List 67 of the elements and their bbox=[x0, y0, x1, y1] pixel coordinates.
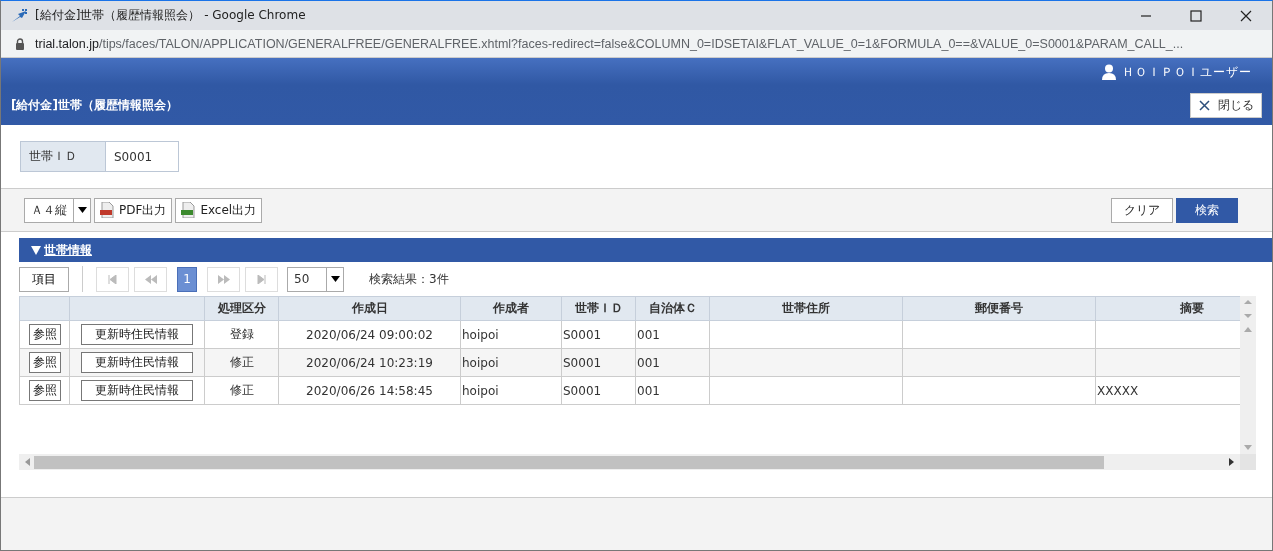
excel-file-icon bbox=[181, 202, 196, 218]
column-header: 摘要 bbox=[1095, 296, 1240, 321]
vertical-scrollbar[interactable] bbox=[1240, 296, 1256, 454]
page-size-select[interactable]: 50 bbox=[287, 266, 344, 292]
dropdown-icon bbox=[330, 276, 340, 282]
column-header: 世帯住所 bbox=[709, 296, 903, 321]
table-cell: 001 bbox=[635, 376, 710, 405]
last-page-icon[interactable] bbox=[245, 266, 278, 292]
column-header: 作成者 bbox=[460, 296, 562, 321]
close-button[interactable]: 閉じる bbox=[1190, 93, 1262, 118]
paper-size-select[interactable]: Ａ４縦 bbox=[24, 197, 91, 223]
table-cell: 修正 bbox=[204, 376, 279, 405]
resident-info-button[interactable]: 更新時住民情報 bbox=[81, 380, 193, 401]
table-cell: 2020/06/24 09:00:02 bbox=[278, 320, 461, 349]
previous-page-icon[interactable] bbox=[134, 266, 167, 292]
table-cell: 登録 bbox=[204, 320, 279, 349]
user-name: ＨＯＩＰＯＩユーザー bbox=[1122, 63, 1252, 81]
result-count: 検索結果：3件 bbox=[369, 270, 449, 288]
close-icon[interactable] bbox=[1240, 9, 1252, 22]
table-cell: 2020/06/24 10:23:19 bbox=[278, 348, 461, 377]
sort-arrows-icon[interactable] bbox=[1244, 299, 1252, 319]
clear-button[interactable]: クリア bbox=[1111, 197, 1173, 223]
collapse-triangle-icon bbox=[31, 245, 41, 255]
table-cell: 2020/06/26 14:58:45 bbox=[278, 376, 461, 405]
field-label: 世帯ＩＤ bbox=[20, 141, 106, 172]
page-title: [給付金]世帯（履歴情報照会） bbox=[11, 97, 178, 114]
view-button[interactable]: 参照 bbox=[28, 380, 61, 401]
lock-icon bbox=[15, 37, 25, 50]
column-header: 世帯ＩＤ bbox=[561, 296, 636, 321]
scrollbar-corner bbox=[1240, 454, 1256, 470]
section-toggle[interactable]: 世帯情報 bbox=[31, 241, 92, 259]
scroll-down-icon[interactable] bbox=[1244, 445, 1252, 450]
column-header: 作成日 bbox=[278, 296, 461, 321]
view-button[interactable]: 参照 bbox=[28, 324, 61, 345]
table-cell: S0001 bbox=[561, 320, 636, 349]
export-button[interactable]: PDF出力 bbox=[94, 197, 173, 223]
table-cell: 001 bbox=[635, 348, 710, 377]
window-title: [給付金]世帯（履歴情報照会） - Google Chrome bbox=[35, 7, 306, 24]
table-cell: 001 bbox=[635, 320, 710, 349]
export-button[interactable]: Excel出力 bbox=[175, 197, 263, 223]
table-cell: hoipoi bbox=[460, 348, 562, 377]
resident-info-button[interactable]: 更新時住民情報 bbox=[81, 352, 193, 373]
scrollbar-thumb[interactable] bbox=[34, 455, 1104, 469]
scroll-right-icon[interactable] bbox=[1229, 458, 1234, 466]
close-icon bbox=[1198, 100, 1210, 111]
table-cell: hoipoi bbox=[460, 320, 562, 349]
maximize-icon[interactable] bbox=[1190, 9, 1202, 22]
column-header: 郵便番号 bbox=[902, 296, 1096, 321]
id-field[interactable]: S0001 bbox=[106, 141, 179, 172]
user-icon bbox=[1102, 64, 1116, 80]
dropdown-icon bbox=[77, 207, 87, 213]
horizontal-scrollbar[interactable] bbox=[19, 454, 1240, 470]
table-cell: 修正 bbox=[204, 348, 279, 377]
table-cell: hoipoi bbox=[460, 376, 562, 405]
columns-button[interactable]: 項目 bbox=[19, 266, 69, 292]
view-button[interactable]: 参照 bbox=[28, 352, 61, 373]
search-button[interactable]: 検索 bbox=[1176, 197, 1238, 223]
scroll-up-icon[interactable] bbox=[1244, 327, 1252, 332]
column-header: 処理区分 bbox=[204, 296, 279, 321]
column-header: 自治体Ｃ bbox=[635, 296, 710, 321]
scroll-left-icon[interactable] bbox=[25, 458, 30, 466]
table-cell: S0001 bbox=[561, 376, 636, 405]
pdf-file-icon bbox=[100, 202, 114, 218]
resident-info-button[interactable]: 更新時住民情報 bbox=[81, 324, 193, 345]
next-page-icon[interactable] bbox=[207, 266, 240, 292]
table-cell: S0001 bbox=[561, 348, 636, 377]
first-page-icon[interactable] bbox=[96, 266, 129, 292]
